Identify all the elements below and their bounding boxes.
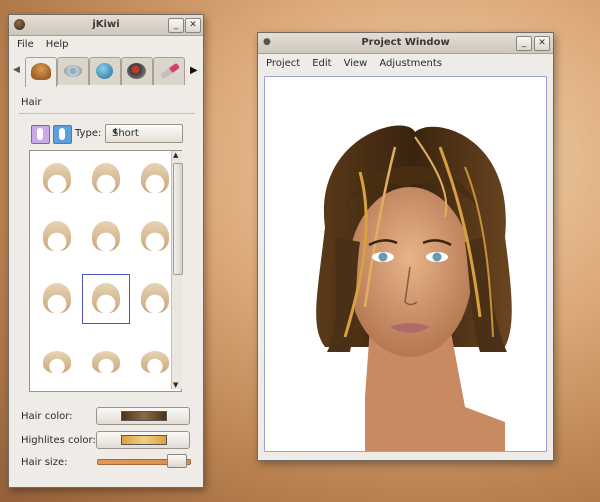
tool-tabs: ◀ ▶ — [13, 57, 199, 87]
hair-type-select[interactable]: Short ⬍ — [105, 124, 183, 143]
highlites-color-swatch — [121, 435, 167, 445]
menu-edit[interactable]: Edit — [310, 57, 333, 74]
female-icon — [37, 128, 43, 140]
tabs-scroll-right-icon[interactable]: ▶ — [190, 65, 198, 76]
tab-hair[interactable] — [25, 57, 57, 87]
tab-lipstick[interactable] — [153, 57, 185, 85]
hair-style-item[interactable] — [36, 341, 78, 381]
hair-style-item[interactable] — [85, 157, 127, 201]
tab-eyes[interactable] — [57, 57, 89, 85]
hair-icon — [31, 63, 51, 80]
hair-style-item[interactable] — [134, 215, 176, 259]
female-toggle-button[interactable] — [31, 125, 50, 144]
hair-size-slider-handle[interactable] — [166, 454, 187, 468]
menu-adjustments[interactable]: Adjustments — [377, 57, 444, 74]
close-button[interactable]: ✕ — [534, 36, 550, 51]
menu-file[interactable]: File — [15, 38, 36, 55]
kiwi-menubar: File Help — [9, 36, 203, 55]
male-toggle-button[interactable] — [53, 125, 72, 144]
project-menubar: Project Edit View Adjustments — [258, 54, 553, 74]
lipstick-icon — [160, 62, 180, 80]
hair-style-item[interactable] — [85, 215, 127, 259]
kiwi-titlebar[interactable]: jKiwi _ ✕ — [9, 15, 203, 36]
project-window: ● Project Window _ ✕ Project Edit View A… — [257, 32, 554, 461]
scroll-up-icon[interactable]: ▲ — [173, 151, 178, 159]
menu-help[interactable]: Help — [44, 38, 71, 55]
hair-color-label: Hair color: — [21, 411, 73, 422]
tab-color[interactable] — [89, 57, 121, 85]
hair-style-item-selected[interactable] — [82, 274, 130, 324]
section-title: Hair — [21, 97, 42, 108]
hair-size-label: Hair size: — [21, 457, 68, 468]
hair-style-item[interactable] — [134, 341, 176, 381]
updown-arrows-icon: ⬍ — [112, 127, 119, 136]
minimize-button[interactable]: _ — [168, 18, 184, 33]
highlites-color-button[interactable] — [96, 431, 190, 449]
menu-project[interactable]: Project — [264, 57, 302, 74]
project-canvas[interactable] — [264, 76, 547, 452]
eye-icon — [64, 65, 82, 77]
close-button[interactable]: ✕ — [185, 18, 201, 33]
hair-style-item[interactable] — [36, 215, 78, 259]
scrollbar-thumb[interactable] — [173, 163, 183, 275]
tabs-scroll-left-icon[interactable]: ◀ — [13, 65, 20, 75]
male-icon — [59, 128, 65, 140]
makeup-icon — [127, 63, 146, 79]
project-title: Project Window — [361, 37, 450, 48]
hair-color-button[interactable] — [96, 407, 190, 425]
type-label: Type: — [75, 128, 102, 139]
section-divider — [19, 113, 195, 114]
scroll-down-icon[interactable]: ▼ — [173, 381, 178, 389]
hair-style-item[interactable] — [36, 157, 78, 201]
hair-style-item[interactable] — [134, 277, 176, 321]
menu-view[interactable]: View — [342, 57, 370, 74]
highlites-color-label: Highlites color: — [21, 435, 96, 446]
tab-makeup[interactable] — [121, 57, 153, 85]
hair-color-swatch — [121, 411, 167, 421]
color-icon — [96, 63, 113, 79]
hair-style-item[interactable] — [85, 341, 127, 381]
minimize-button[interactable]: _ — [516, 36, 532, 51]
hair-style-item[interactable] — [134, 157, 176, 201]
kiwi-window: jKiwi _ ✕ File Help ◀ ▶ Hair Type: Short… — [8, 14, 204, 488]
portrait-image — [316, 125, 512, 451]
project-titlebar[interactable]: ● Project Window _ ✕ — [258, 33, 553, 54]
hair-grid-scrollbar[interactable]: ▲ ▼ — [171, 151, 183, 389]
hair-style-item[interactable] — [36, 277, 78, 321]
hair-style-grid — [29, 150, 182, 392]
